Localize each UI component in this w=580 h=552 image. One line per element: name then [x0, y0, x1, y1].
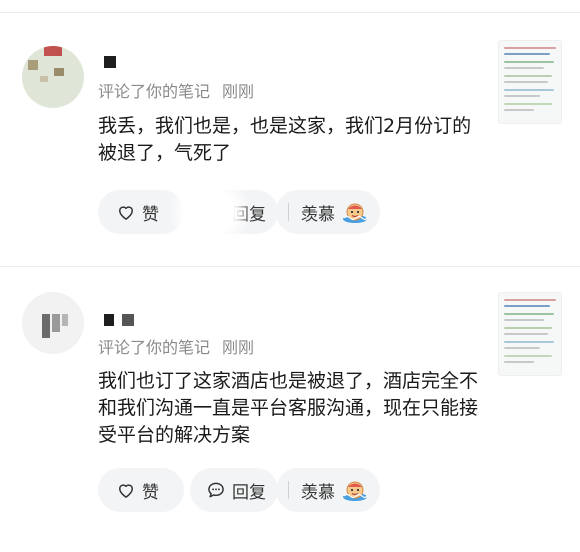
comment-card[interactable]: 评论了你的笔记 刚刚 我丢，我们也是，也是这家，我们2月份订的被退了，气死了 赞 …	[0, 0, 580, 262]
like-button[interactable]: 赞	[98, 190, 184, 234]
like-label: 赞	[142, 204, 159, 225]
heart-icon	[116, 202, 136, 222]
username-redacted[interactable]	[104, 56, 116, 68]
envy-label: 羡慕	[301, 204, 335, 225]
envy-emoji-icon	[341, 200, 369, 224]
username-redacted[interactable]	[122, 314, 134, 326]
username-redacted[interactable]	[104, 314, 114, 326]
meta-action-text: 评论了你的笔记	[98, 82, 211, 101]
envy-button[interactable]: 羡慕	[276, 190, 380, 234]
comment-time: 刚刚	[222, 338, 255, 357]
comment-card[interactable]: 评论了你的笔记 刚刚 我们也订了这家酒店也是被退了，酒店完全不和我们沟通一直是平台…	[0, 266, 580, 552]
comment-meta: 评论了你的笔记 刚刚	[98, 334, 254, 358]
avatar[interactable]	[22, 292, 84, 354]
reply-label: 回复	[232, 204, 266, 225]
envy-label: 羡慕	[301, 482, 335, 503]
avatar[interactable]	[22, 46, 84, 108]
separator	[288, 203, 289, 221]
comment-time: 刚刚	[222, 82, 255, 101]
like-button[interactable]: 赞	[98, 468, 184, 512]
envy-emoji-icon	[341, 478, 369, 502]
reply-button[interactable]: 回复	[190, 468, 278, 512]
redaction-patch	[186, 194, 234, 230]
note-thumbnail[interactable]	[498, 40, 562, 124]
comment-text: 我们也订了这家酒店也是被退了，酒店完全不和我们沟通一直是平台客服沟通，现在只能接…	[98, 370, 479, 446]
chat-bubble-icon	[206, 480, 226, 500]
comment-meta: 评论了你的笔记 刚刚	[98, 78, 254, 102]
separator	[288, 481, 289, 499]
meta-action-text: 评论了你的笔记	[98, 338, 211, 357]
like-label: 赞	[142, 482, 159, 503]
comment-text: 我丢，我们也是，也是这家，我们2月份订的被退了，气死了	[98, 115, 472, 164]
note-thumbnail[interactable]	[498, 292, 562, 376]
heart-icon	[116, 480, 136, 500]
reply-label: 回复	[232, 482, 266, 503]
envy-button[interactable]: 羡慕	[276, 468, 380, 512]
